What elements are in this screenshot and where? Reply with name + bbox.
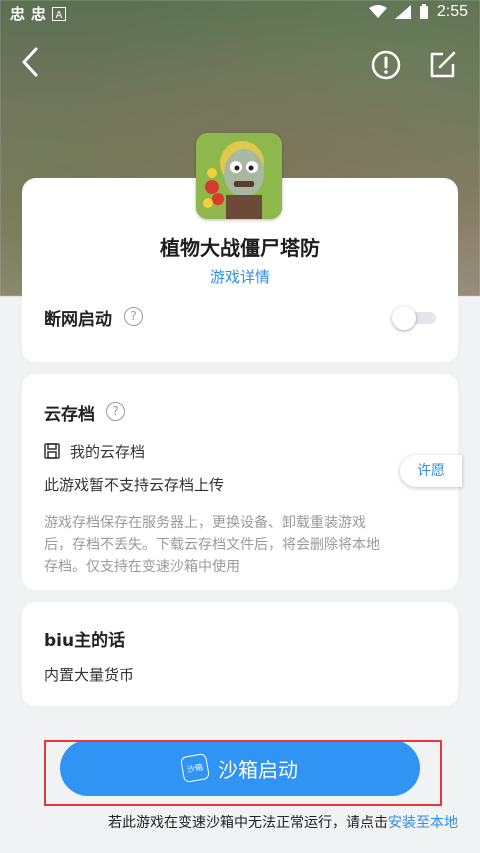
toggle-knob	[392, 306, 416, 330]
description-line: 存档。仅支持在变速沙箱中使用	[44, 559, 240, 575]
status-bar: 忠 忠 A 2:55	[0, 0, 480, 26]
game-detail-link[interactable]: 游戏详情	[0, 266, 480, 287]
permit-button[interactable]: 许愿	[400, 455, 462, 487]
biu-words-card	[22, 602, 458, 706]
offline-start-label: 断网启动	[44, 310, 112, 330]
save-icon	[44, 443, 60, 459]
footer-note-text: 若此游戏在变速沙箱中无法正常运行，请点击	[108, 815, 388, 831]
svg-text:A: A	[56, 10, 63, 21]
back-button[interactable]	[10, 42, 50, 82]
top-bar	[0, 40, 480, 90]
edit-icon	[430, 51, 456, 78]
cloud-save-label: 云存档	[44, 405, 95, 425]
cloud-save-description: 游戏存档保存在服务器上，更换设备、卸载重装游戏 后，存档不丢失。下载云存档文件后…	[44, 512, 380, 578]
highlight-box	[44, 740, 442, 806]
exclamation-circle-icon	[371, 50, 401, 80]
zombie-icon	[196, 133, 282, 219]
help-icon[interactable]: ?	[124, 307, 143, 326]
install-local-link[interactable]: 安装至本地	[388, 815, 458, 831]
offline-start-toggle[interactable]	[392, 306, 436, 330]
my-cloud-save[interactable]: 我的云存档	[70, 441, 145, 462]
help-icon[interactable]: ?	[106, 402, 125, 421]
edit-button[interactable]	[422, 45, 462, 85]
back-arrow-icon	[22, 47, 38, 77]
game-title: 植物大战僵尸塔防	[160, 236, 320, 260]
footer-note: 若此游戏在变速沙箱中无法正常运行，请点击安装至本地	[0, 812, 480, 832]
biu-words-text: 内置大量货币	[44, 666, 135, 684]
notification-icon: 忠	[31, 6, 47, 23]
status-time: 2:55	[436, 3, 468, 20]
cloud-save-unsupported: 此游戏暂不支持云存档上传	[44, 476, 225, 494]
battery-icon	[419, 4, 428, 19]
a-notification-icon: A	[52, 6, 67, 21]
biu-words-label: biu主的话	[44, 631, 126, 651]
description-line: 后，存档不丢失。下载云存档文件后，将会删除将本地	[44, 537, 380, 553]
description-line: 游戏存档保存在服务器上，更换设备、卸载重装游戏	[44, 515, 366, 531]
game-app-icon	[196, 133, 282, 219]
notification-icon: 忠	[10, 6, 26, 23]
report-button[interactable]	[366, 45, 406, 85]
signal-icon	[394, 5, 411, 19]
wifi-icon	[368, 5, 387, 18]
